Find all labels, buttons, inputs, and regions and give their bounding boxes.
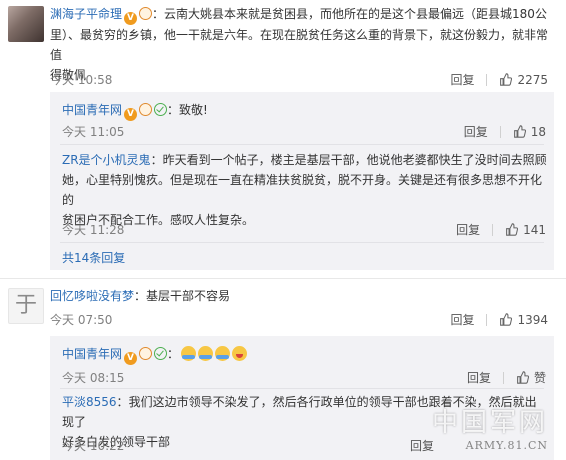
like-label: 赞 bbox=[533, 371, 546, 385]
thumb-up-icon bbox=[500, 73, 513, 86]
member-badge-icon bbox=[139, 103, 153, 116]
comment-2: 于 回忆哆啦没有梦：基层干部不容易 今天 07:50 回复 1394 中国青年网… bbox=[0, 280, 566, 460]
like-button[interactable]: 1394 bbox=[499, 313, 548, 327]
reply-body: 中国青年网 V： bbox=[62, 344, 542, 365]
emoji-icon bbox=[181, 346, 197, 361]
divider bbox=[486, 73, 488, 86]
reply-button[interactable]: 回复 bbox=[450, 311, 474, 328]
watermark-title: 中国军网 bbox=[431, 408, 548, 438]
reply-button[interactable]: 回复 bbox=[410, 437, 434, 454]
avatar[interactable]: 于 bbox=[8, 288, 44, 324]
divider bbox=[499, 125, 501, 138]
divider bbox=[492, 223, 494, 236]
site-watermark: 中国军网 ARMY.81.CN bbox=[432, 402, 548, 452]
comment-actions: 回复 1394 bbox=[450, 311, 548, 328]
reply-button[interactable]: 回复 bbox=[456, 221, 480, 238]
reply-text: 昨天看到一个帖子，楼主是基层干部，他说他老婆都快生了没时间去照顾 bbox=[162, 153, 547, 167]
like-count: 1394 bbox=[517, 312, 548, 327]
like-button[interactable]: 18 bbox=[513, 125, 546, 139]
reply-actions: 回复 141 bbox=[456, 221, 546, 238]
timestamp: 今天 11:05 bbox=[62, 125, 125, 139]
timestamp: 今天 07:50 bbox=[50, 313, 113, 327]
divider bbox=[486, 313, 488, 326]
member-badge-icon bbox=[139, 7, 153, 20]
comment-body: 回忆哆啦没有梦：基层干部不容易 bbox=[50, 289, 231, 303]
comment-text: 基层干部不容易 bbox=[146, 289, 231, 303]
divider bbox=[60, 242, 544, 243]
approve-check-icon bbox=[154, 347, 168, 360]
reply-actions: 回复 18 bbox=[464, 123, 546, 140]
reply-button[interactable]: 回复 bbox=[464, 123, 488, 140]
reply-text: 她，心里特别愧疚。但是现在一直在精准扶贫脱贫，脱不开身。关键是还有很多思想不开化… bbox=[62, 173, 543, 207]
thumb-up-icon bbox=[500, 313, 513, 326]
timestamp: 今天 10:58 bbox=[50, 73, 113, 87]
reply-actions: 回复 bbox=[410, 437, 434, 454]
comment-actions: 回复 2275 bbox=[450, 71, 548, 88]
comment-text: 云南大姚县本来就是贫困县，而他所在的是这个县最偏远（距县城180公 bbox=[164, 7, 547, 21]
approve-check-icon bbox=[154, 103, 168, 116]
thumb-up-icon bbox=[506, 223, 519, 236]
username-link[interactable]: 平淡8556 bbox=[62, 395, 117, 409]
divider bbox=[60, 388, 544, 389]
emoji-icon bbox=[215, 346, 231, 361]
like-count: 18 bbox=[530, 124, 546, 139]
username-link[interactable]: 渊海子平命理 bbox=[50, 7, 122, 21]
username-link[interactable]: 中国青年网 bbox=[62, 347, 122, 361]
comment-text: 里）、最贫穷的乡镇，他一干就是六年。在现在脱贫任务这么重的背景下，就这份毅力，就… bbox=[50, 28, 549, 62]
reply-body: ZR是个小机灵鬼：昨天看到一个帖子，楼主是基层干部，他说他老婆都快生了没时间去照… bbox=[62, 153, 547, 227]
member-badge-icon bbox=[139, 347, 153, 360]
timestamp: 今天 08:15 bbox=[62, 371, 125, 385]
more-replies-link[interactable]: 共14条回复 bbox=[62, 249, 125, 266]
emoji-icon bbox=[232, 346, 248, 361]
avatar[interactable] bbox=[8, 6, 44, 42]
reply-body: 中国青年网 V ：致敬! bbox=[62, 103, 208, 121]
thumb-up-icon bbox=[513, 125, 526, 138]
reply-thread: 中国青年网 V ：致敬! 今天 11:05 回复 18 ZR是个小机灵鬼：昨天看到一… bbox=[50, 92, 554, 270]
like-count: 2275 bbox=[517, 72, 548, 87]
thumb-up-icon bbox=[517, 371, 529, 384]
like-button[interactable]: 2275 bbox=[499, 73, 548, 87]
username-link[interactable]: 回忆哆啦没有梦 bbox=[50, 289, 134, 303]
verified-v-icon: V bbox=[124, 108, 138, 121]
comment-divider bbox=[0, 278, 566, 279]
verified-v-icon: V bbox=[124, 12, 138, 25]
timestamp: 今天 11:28 bbox=[62, 223, 125, 237]
like-button[interactable]: 141 bbox=[505, 223, 546, 237]
verified-v-icon: V bbox=[124, 352, 138, 365]
timestamp: 今天 10:22 bbox=[62, 439, 125, 453]
like-button[interactable]: 赞 bbox=[516, 369, 546, 386]
emoji-icon bbox=[198, 346, 214, 361]
reply-button[interactable]: 回复 bbox=[450, 71, 474, 88]
reply-actions: 回复 赞 bbox=[467, 369, 546, 386]
username-link[interactable]: ZR是个小机灵鬼 bbox=[62, 153, 151, 167]
like-count: 141 bbox=[523, 222, 546, 237]
username-link[interactable]: 中国青年网 bbox=[62, 103, 122, 117]
reply-text: 致敬! bbox=[179, 103, 208, 117]
comment-1: 渊海子平命理 V ：云南大姚县本来就是贫困县，而他所在的是这个县最偏远（距县城180… bbox=[0, 0, 566, 270]
divider bbox=[502, 371, 504, 384]
reply-button[interactable]: 回复 bbox=[467, 369, 491, 386]
divider bbox=[60, 144, 544, 145]
watermark-url: ARMY.81.CN bbox=[465, 439, 548, 452]
